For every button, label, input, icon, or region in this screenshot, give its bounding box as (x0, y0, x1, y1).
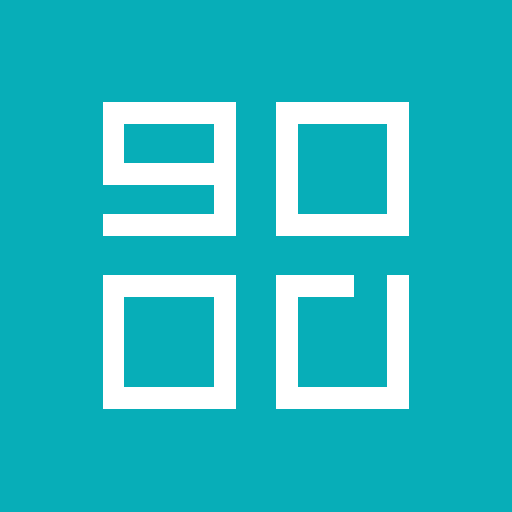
glyph-g (103, 102, 236, 236)
app-icon (0, 0, 512, 512)
background (0, 0, 512, 512)
good-logo-icon (0, 0, 512, 512)
